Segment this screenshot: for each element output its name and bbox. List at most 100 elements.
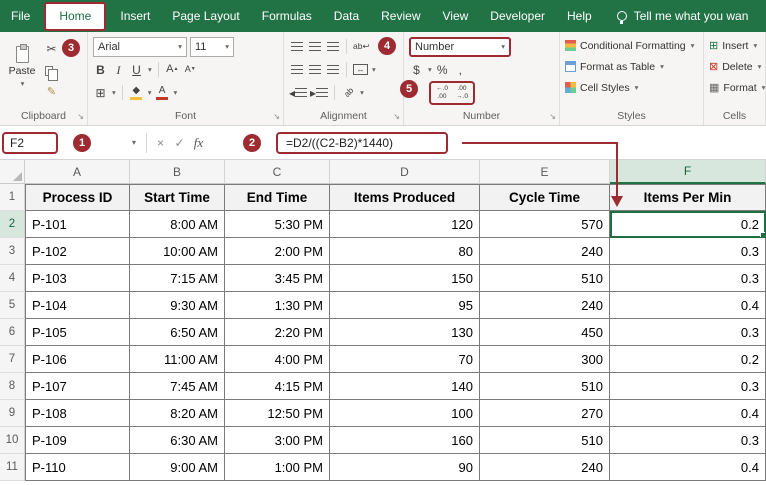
chevron-down-icon[interactable]: ▾ — [428, 65, 432, 74]
name-box[interactable]: F2 ▾ — [0, 130, 142, 156]
cell-E5[interactable]: 240 — [480, 292, 610, 319]
cell-A9[interactable]: P-108 — [25, 400, 130, 427]
increase-font-size-button[interactable]: A▲ — [165, 60, 180, 79]
chevron-down-icon[interactable]: ▾ — [174, 88, 178, 97]
insert-function-icon[interactable]: fx — [189, 135, 208, 151]
cell-F7[interactable]: 0.2 — [610, 346, 766, 373]
dialog-launcher-icon[interactable]: ↘ — [273, 113, 280, 121]
cell-E2[interactable]: 570 — [480, 211, 610, 238]
cell-E10[interactable]: 510 — [480, 427, 610, 454]
tab-home[interactable]: Home — [44, 2, 106, 31]
column-header-E[interactable]: E — [480, 160, 610, 184]
increase-indent-icon[interactable]: ▸ — [310, 83, 328, 102]
cell-F8[interactable]: 0.3 — [610, 373, 766, 400]
decrease-font-size-button[interactable]: A▼ — [183, 60, 198, 79]
cell-D10[interactable]: 160 — [330, 427, 480, 454]
cell-A7[interactable]: P-106 — [25, 346, 130, 373]
align-middle-icon[interactable] — [307, 37, 322, 56]
cell-B6[interactable]: 6:50 AM — [130, 319, 225, 346]
chevron-down-icon[interactable]: ▾ — [360, 88, 364, 97]
align-left-icon[interactable] — [289, 60, 304, 79]
column-header-F[interactable]: F — [610, 160, 766, 184]
merge-center-icon[interactable]: ↔ — [353, 60, 368, 79]
align-center-icon[interactable] — [307, 60, 322, 79]
chevron-down-icon[interactable]: ▾ — [112, 88, 116, 97]
cell-C8[interactable]: 4:15 PM — [225, 373, 330, 400]
copy-icon[interactable]: ▾ — [44, 61, 59, 80]
cell-B11[interactable]: 9:00 AM — [130, 454, 225, 481]
cell-A5[interactable]: P-104 — [25, 292, 130, 319]
cell-A4[interactable]: P-103 — [25, 265, 130, 292]
cell-C3[interactable]: 2:00 PM — [225, 238, 330, 265]
cell-B3[interactable]: 10:00 AM — [130, 238, 225, 265]
tab-formulas[interactable]: Formulas — [251, 0, 323, 32]
tell-me-box[interactable]: Tell me what you wan — [617, 9, 749, 23]
column-header-D[interactable]: D — [330, 160, 480, 184]
cut-icon[interactable]: ✂ — [44, 39, 59, 58]
conditional-formatting-button[interactable]: Conditional Formatting ▾ — [565, 35, 698, 56]
align-top-icon[interactable] — [289, 37, 304, 56]
row-header-8[interactable]: 8 — [0, 373, 25, 400]
font-name-select[interactable]: Arial ▾ — [93, 37, 187, 57]
accounting-format-button[interactable]: $ — [409, 60, 424, 79]
font-color-icon[interactable]: A — [155, 83, 170, 102]
wrap-text-icon[interactable]: ab↩ — [353, 37, 370, 56]
cell-A10[interactable]: P-109 — [25, 427, 130, 454]
tab-page-layout[interactable]: Page Layout — [161, 0, 250, 32]
cell-A8[interactable]: P-107 — [25, 373, 130, 400]
column-header-A[interactable]: A — [25, 160, 130, 184]
cell-E1[interactable]: Cycle Time — [480, 184, 610, 211]
row-header-6[interactable]: 6 — [0, 319, 25, 346]
cell-A2[interactable]: P-101 — [25, 211, 130, 238]
decrease-decimal-button[interactable]: .00→.0 — [452, 83, 472, 103]
borders-icon[interactable]: ⊞ — [93, 83, 108, 102]
align-right-icon[interactable] — [325, 60, 340, 79]
cell-styles-button[interactable]: Cell Styles ▾ — [565, 77, 698, 98]
cell-B5[interactable]: 9:30 AM — [130, 292, 225, 319]
cell-E9[interactable]: 270 — [480, 400, 610, 427]
row-header-2[interactable]: 2 — [0, 211, 25, 238]
row-header-10[interactable]: 10 — [0, 427, 25, 454]
underline-button[interactable]: U — [129, 60, 144, 79]
cell-D11[interactable]: 90 — [330, 454, 480, 481]
cell-C11[interactable]: 1:00 PM — [225, 454, 330, 481]
chevron-down-icon[interactable]: ▾ — [372, 65, 376, 74]
row-header-3[interactable]: 3 — [0, 238, 25, 265]
cell-D9[interactable]: 100 — [330, 400, 480, 427]
cell-C10[interactable]: 3:00 PM — [225, 427, 330, 454]
dialog-launcher-icon[interactable]: ↘ — [393, 113, 400, 121]
cell-B8[interactable]: 7:45 AM — [130, 373, 225, 400]
cell-A11[interactable]: P-110 — [25, 454, 130, 481]
cell-D8[interactable]: 140 — [330, 373, 480, 400]
row-header-1[interactable]: 1 — [0, 184, 25, 211]
format-as-table-button[interactable]: Format as Table ▾ — [565, 56, 698, 77]
name-box-value[interactable]: F2 — [2, 132, 58, 154]
formula-input[interactable]: =D2/((C2-B2)*1440) — [208, 126, 766, 159]
enter-icon[interactable]: ✓ — [170, 136, 189, 150]
cell-E3[interactable]: 240 — [480, 238, 610, 265]
cell-B1[interactable]: Start Time — [130, 184, 225, 211]
cell-F6[interactable]: 0.3 — [610, 319, 766, 346]
name-box-dropdown-icon[interactable]: ▾ — [132, 138, 136, 147]
row-header-11[interactable]: 11 — [0, 454, 25, 481]
cell-F1[interactable]: Items Per Min — [610, 184, 766, 211]
tab-data[interactable]: Data — [323, 0, 370, 32]
cancel-icon[interactable]: × — [151, 136, 170, 150]
cell-C1[interactable]: End Time — [225, 184, 330, 211]
number-format-select[interactable]: Number ▾ — [409, 37, 511, 57]
dialog-launcher-icon[interactable]: ↘ — [549, 113, 556, 121]
cell-D3[interactable]: 80 — [330, 238, 480, 265]
cell-D6[interactable]: 130 — [330, 319, 480, 346]
dialog-launcher-icon[interactable]: ↘ — [77, 113, 84, 121]
cell-E7[interactable]: 300 — [480, 346, 610, 373]
percent-style-button[interactable]: % — [435, 60, 450, 79]
cell-E8[interactable]: 510 — [480, 373, 610, 400]
cell-D1[interactable]: Items Produced — [330, 184, 480, 211]
fill-color-icon[interactable]: ◆ — [129, 83, 144, 102]
orientation-icon[interactable]: ab — [341, 83, 356, 102]
column-header-C[interactable]: C — [225, 160, 330, 184]
italic-button[interactable]: I — [111, 60, 126, 79]
tab-view[interactable]: View — [432, 0, 480, 32]
cell-D4[interactable]: 150 — [330, 265, 480, 292]
cell-B10[interactable]: 6:30 AM — [130, 427, 225, 454]
